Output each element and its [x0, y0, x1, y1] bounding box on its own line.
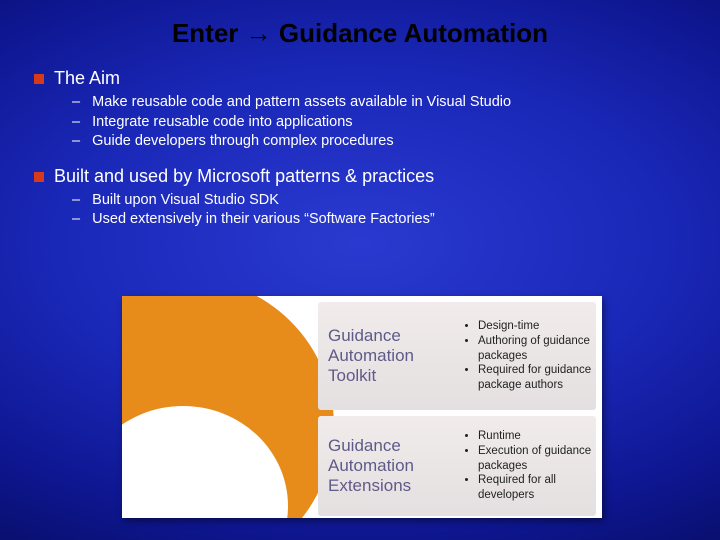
panel-item: Design-time	[478, 319, 592, 334]
panel-item: Required for guidance package authors	[478, 363, 592, 393]
slide: Enter → Guidance Automation The Aim Make…	[0, 0, 720, 540]
sub-list: Make reusable code and pattern assets av…	[72, 93, 686, 152]
panel-list: Design-time Authoring of guidance packag…	[452, 319, 592, 394]
panel-item: Authoring of guidance packages	[478, 334, 592, 364]
sub-list: Built upon Visual Studio SDK Used extens…	[72, 191, 686, 230]
panel-item: Execution of guidance packages	[478, 444, 592, 474]
sub-item: Guide developers through complex procedu…	[72, 132, 686, 152]
square-bullet-icon	[34, 74, 44, 84]
sub-item: Used extensively in their various “Softw…	[72, 210, 686, 230]
square-bullet-icon	[34, 172, 44, 182]
bullet-aim: The Aim Make reusable code and pattern a…	[34, 68, 686, 152]
panel-title: Guidance Automation Toolkit	[328, 326, 452, 386]
bullet-text: Built and used by Microsoft patterns & p…	[54, 166, 434, 187]
sub-item: Integrate reusable code into application…	[72, 113, 686, 133]
sub-item: Make reusable code and pattern assets av…	[72, 93, 686, 113]
diagram: Guidance Automation Toolkit Design-time …	[122, 296, 602, 518]
panel-list: Runtime Execution of guidance packages R…	[452, 429, 592, 504]
bullet-text: The Aim	[54, 68, 120, 89]
slide-title: Enter → Guidance Automation	[0, 18, 720, 49]
slide-body: The Aim Make reusable code and pattern a…	[34, 64, 686, 244]
sub-item: Built upon Visual Studio SDK	[72, 191, 686, 211]
bullet-built-by: Built and used by Microsoft patterns & p…	[34, 166, 686, 230]
diagram-panel-toolkit: Guidance Automation Toolkit Design-time …	[318, 302, 596, 410]
panel-item: Required for all developers	[478, 473, 592, 503]
diagram-panel-extensions: Guidance Automation Extensions Runtime E…	[318, 416, 596, 516]
panel-item: Runtime	[478, 429, 592, 444]
panel-title: Guidance Automation Extensions	[328, 436, 452, 496]
